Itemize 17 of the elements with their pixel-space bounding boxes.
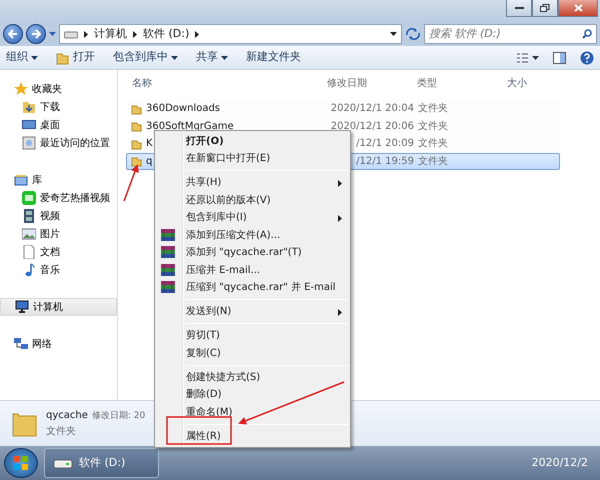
- type-cell-text: 文件夹: [418, 120, 449, 134]
- file-name: 360SoftMgrGame: [146, 120, 234, 134]
- type-cell-text: 文件夹: [418, 136, 449, 152]
- date-cell-text: /12/1 20:09: [355, 137, 414, 152]
- item-name: qycache: [46, 409, 88, 424]
- date-cell-text: 2020/12/1 20:06: [330, 120, 414, 134]
- file-name: K: [146, 137, 153, 152]
- file-name: 360Downloads: [146, 102, 220, 116]
- tray-date: 2020/12/2: [532, 454, 589, 471]
- search-placeholder: 搜索 软件 (D:): [429, 26, 501, 42]
- date-cell-text: /12/1 19:59: [355, 154, 414, 169]
- type-cell-text: 文件夹: [418, 102, 449, 116]
- modified-label: 修改日期: 20: [92, 410, 146, 424]
- type-cell-text: 文件夹: [418, 154, 449, 169]
- date-cell-text: 2020/12/1 20:04: [330, 102, 414, 116]
- item-type: 文件夹: [46, 424, 76, 439]
- file-name: q: [146, 154, 152, 169]
